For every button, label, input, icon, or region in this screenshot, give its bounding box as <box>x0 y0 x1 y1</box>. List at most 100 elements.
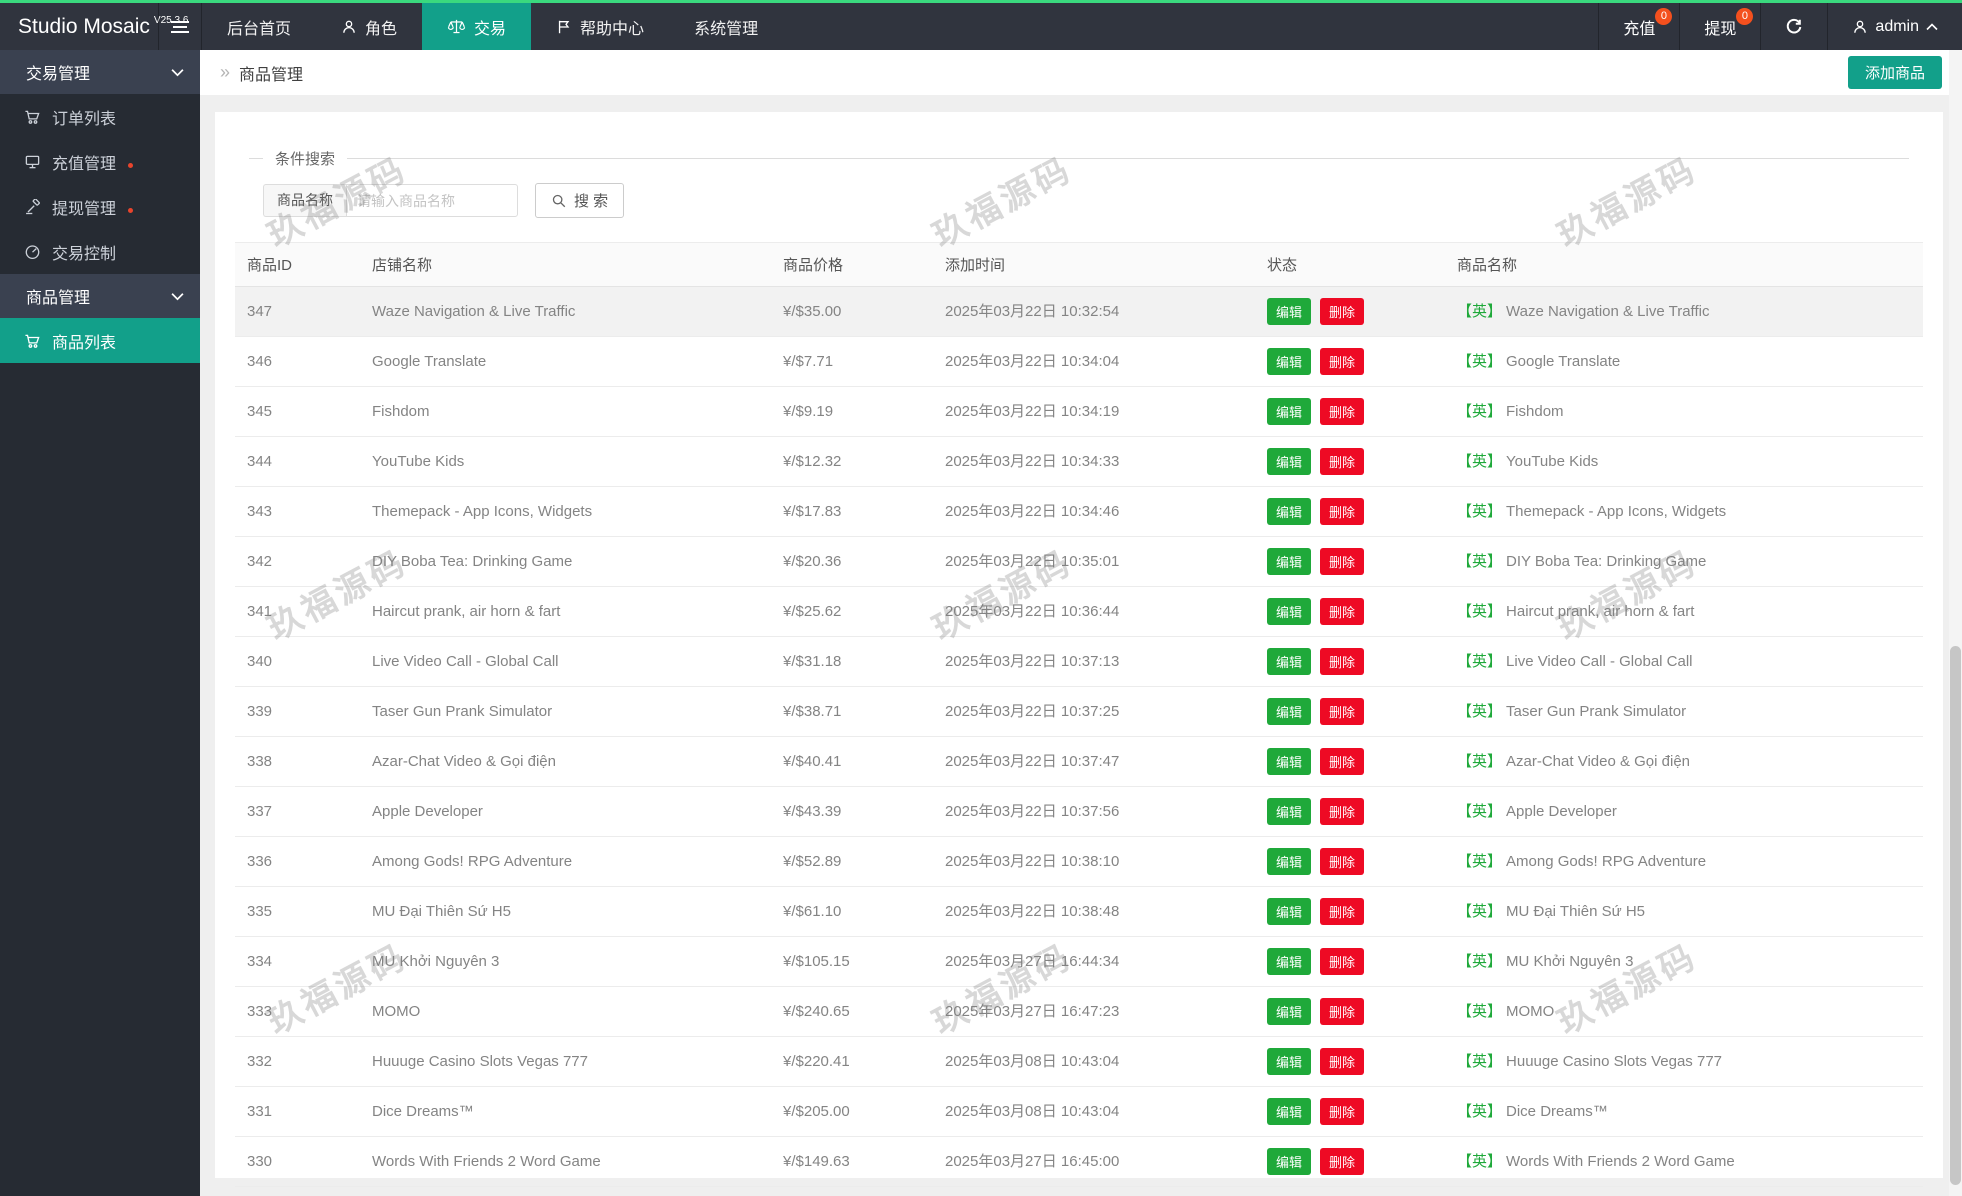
product-id-cell: 346 <box>235 336 360 387</box>
language-tag: 【英】 <box>1457 302 1503 320</box>
delete-button[interactable]: 删除 <box>1320 648 1365 675</box>
edit-button[interactable]: 编辑 <box>1267 748 1312 775</box>
product-name-cell: 【英】 MOMO <box>1445 986 1923 1037</box>
language-tag: 【英】 <box>1457 502 1503 520</box>
product-name-text: MOMO <box>1506 1002 1555 1020</box>
product-name-cell: 【英】 Themepack - App Icons, Widgets <box>1445 486 1923 537</box>
product-name-text: Among Gods! RPG Adventure <box>1506 852 1707 870</box>
sidebar-item-withdraw-management[interactable]: 提现管理 <box>0 184 200 229</box>
delete-button[interactable]: 删除 <box>1320 748 1365 775</box>
status-cell: 编辑删除 <box>1255 886 1445 937</box>
product-name-text: Azar-Chat Video & Gọi điện <box>1506 752 1691 770</box>
edit-button[interactable]: 编辑 <box>1267 448 1312 475</box>
delete-button[interactable]: 删除 <box>1320 1148 1365 1175</box>
edit-button[interactable]: 编辑 <box>1267 998 1312 1025</box>
product-name-input[interactable] <box>346 184 518 217</box>
product-table-body: 347 Waze Navigation & Live Traffic ¥/$35.0… <box>235 286 1923 1196</box>
delete-button[interactable]: 删除 <box>1320 548 1365 575</box>
product-name-text: DIY Boba Tea: Drinking Game <box>1506 552 1707 570</box>
edit-button[interactable]: 编辑 <box>1267 598 1312 625</box>
delete-button[interactable]: 删除 <box>1320 798 1365 825</box>
edit-button[interactable]: 编辑 <box>1267 848 1312 875</box>
nav-item-system[interactable]: 系统管理 <box>669 3 783 50</box>
edit-button[interactable]: 编辑 <box>1267 1148 1312 1175</box>
product-name-cell: 【英】Wordscapes <box>1445 1186 1923 1196</box>
edit-button[interactable]: 编辑 <box>1267 898 1312 925</box>
delete-button[interactable]: 删除 <box>1320 448 1365 475</box>
sidebar-item-recharge-management[interactable]: 充值管理 <box>0 139 200 184</box>
table-header: 商品ID 店铺名称 商品价格 添加时间 状态 商品名称 <box>235 242 1923 287</box>
nav-item-roles[interactable]: 角色 <box>316 3 422 50</box>
edit-button[interactable]: 编辑 <box>1267 298 1312 325</box>
product-id-cell: 331 <box>235 1086 360 1137</box>
edit-button[interactable]: 编辑 <box>1267 498 1312 525</box>
delete-button[interactable]: 删除 <box>1320 348 1365 375</box>
table-row: 330 Words With Friends 2 Word Game ¥/$149.… <box>235 1136 1923 1187</box>
search-panel: 条件搜索 商品名称 搜 索 <box>249 148 1909 218</box>
person-icon <box>1852 19 1868 35</box>
scrollbar-thumb[interactable] <box>1950 645 1961 1185</box>
edit-button[interactable]: 编辑 <box>1267 548 1312 575</box>
col-header-add-time: 添加时间 <box>933 242 1255 287</box>
vertical-scrollbar[interactable] <box>1949 50 1962 1196</box>
delete-button[interactable]: 删除 <box>1320 598 1365 625</box>
edit-button[interactable]: 编辑 <box>1267 698 1312 725</box>
shop-name-cell: Words With Friends 2 Word Game <box>360 1136 771 1187</box>
status-cell: 编辑删除 <box>1255 336 1445 387</box>
hamburger-menu-button[interactable] <box>159 3 201 50</box>
edit-button[interactable]: 编辑 <box>1267 348 1312 375</box>
edit-button[interactable]: 编辑 <box>1267 1048 1312 1075</box>
delete-button[interactable]: 删除 <box>1320 948 1365 975</box>
price-cell: ¥/$105.15 <box>771 936 933 987</box>
sidebar-group-trade-management[interactable]: 交易管理 <box>0 50 200 94</box>
delete-button[interactable]: 删除 <box>1320 898 1365 925</box>
delete-button[interactable]: 删除 <box>1320 1048 1365 1075</box>
table-row: 344 YouTube Kids ¥/$12.32 2025年03月22日 10:34… <box>235 436 1923 487</box>
sidebar-item-trade-control[interactable]: 交易控制 <box>0 229 200 274</box>
nav-item-dashboard[interactable]: 后台首页 <box>202 3 316 50</box>
price-cell: ¥/$7.71 <box>771 336 933 387</box>
shop-name-cell: Google Translate <box>360 336 771 387</box>
language-tag: 【英】 <box>1457 352 1503 370</box>
nav-item-trade[interactable]: 交易 <box>422 3 532 50</box>
search-button[interactable]: 搜 索 <box>535 183 625 218</box>
sidebar-item-order-list[interactable]: 订单列表 <box>0 94 200 139</box>
add-product-button[interactable]: 添加商品 <box>1847 56 1942 89</box>
add-time-cell: 2025年03月22日 10:38:10 <box>933 836 1255 887</box>
product-id-cell: 337 <box>235 786 360 837</box>
edit-button[interactable]: 编辑 <box>1267 398 1312 425</box>
delete-button[interactable]: 删除 <box>1320 398 1365 425</box>
language-tag: 【英】 <box>1457 952 1503 970</box>
delete-button[interactable]: 删除 <box>1320 998 1365 1025</box>
product-id-cell: 333 <box>235 986 360 1037</box>
delete-button[interactable]: 删除 <box>1320 298 1365 325</box>
edit-button[interactable]: 编辑 <box>1267 798 1312 825</box>
delete-button[interactable]: 删除 <box>1320 698 1365 725</box>
edit-button[interactable]: 编辑 <box>1267 648 1312 675</box>
status-cell: 编辑删除 <box>1255 786 1445 837</box>
edit-button[interactable]: 编辑 <box>1267 1098 1312 1125</box>
shop-name-cell: YouTube Kids <box>360 436 771 487</box>
delete-button[interactable]: 删除 <box>1320 848 1365 875</box>
status-cell: 编辑删除 <box>1255 386 1445 437</box>
add-time-cell: 2025年03月08日 10:43:04 <box>933 1036 1255 1087</box>
recharge-button[interactable]: 充值 0 <box>1598 3 1679 50</box>
delete-button[interactable]: 删除 <box>1320 498 1365 525</box>
delete-button[interactable]: 删除 <box>1320 1098 1365 1125</box>
product-name-cell: 【英】 Live Video Call - Global Call <box>1445 636 1923 687</box>
product-name-text: YouTube Kids <box>1506 452 1599 470</box>
shop-name-cell: Apple Developer <box>360 786 771 837</box>
price-cell: ¥/$38.71 <box>771 686 933 737</box>
refresh-button[interactable] <box>1760 3 1827 50</box>
edit-button[interactable]: 编辑 <box>1267 948 1312 975</box>
nav-item-help-center[interactable]: 帮助中心 <box>531 3 669 50</box>
add-time-cell: 2025年03月22日 10:34:19 <box>933 386 1255 437</box>
table-row: 338 Azar-Chat Video & Gọi điện ¥/$40.41 202… <box>235 736 1923 787</box>
user-menu[interactable]: admin <box>1827 3 1962 50</box>
sidebar-group-product-management[interactable]: 商品管理 <box>0 274 200 318</box>
shop-name-cell: Azar-Chat Video & Gọi điện <box>360 736 771 787</box>
sidebar-item-product-list[interactable]: 商品列表 <box>0 318 200 363</box>
table-row: 333 MOMO ¥/$240.65 2025年03月27日 16:47:23 编辑 删除… <box>235 986 1923 1037</box>
withdraw-button[interactable]: 提现 0 <box>1679 3 1760 50</box>
add-time-cell: 2025年03月22日 10:36:44 <box>933 586 1255 637</box>
